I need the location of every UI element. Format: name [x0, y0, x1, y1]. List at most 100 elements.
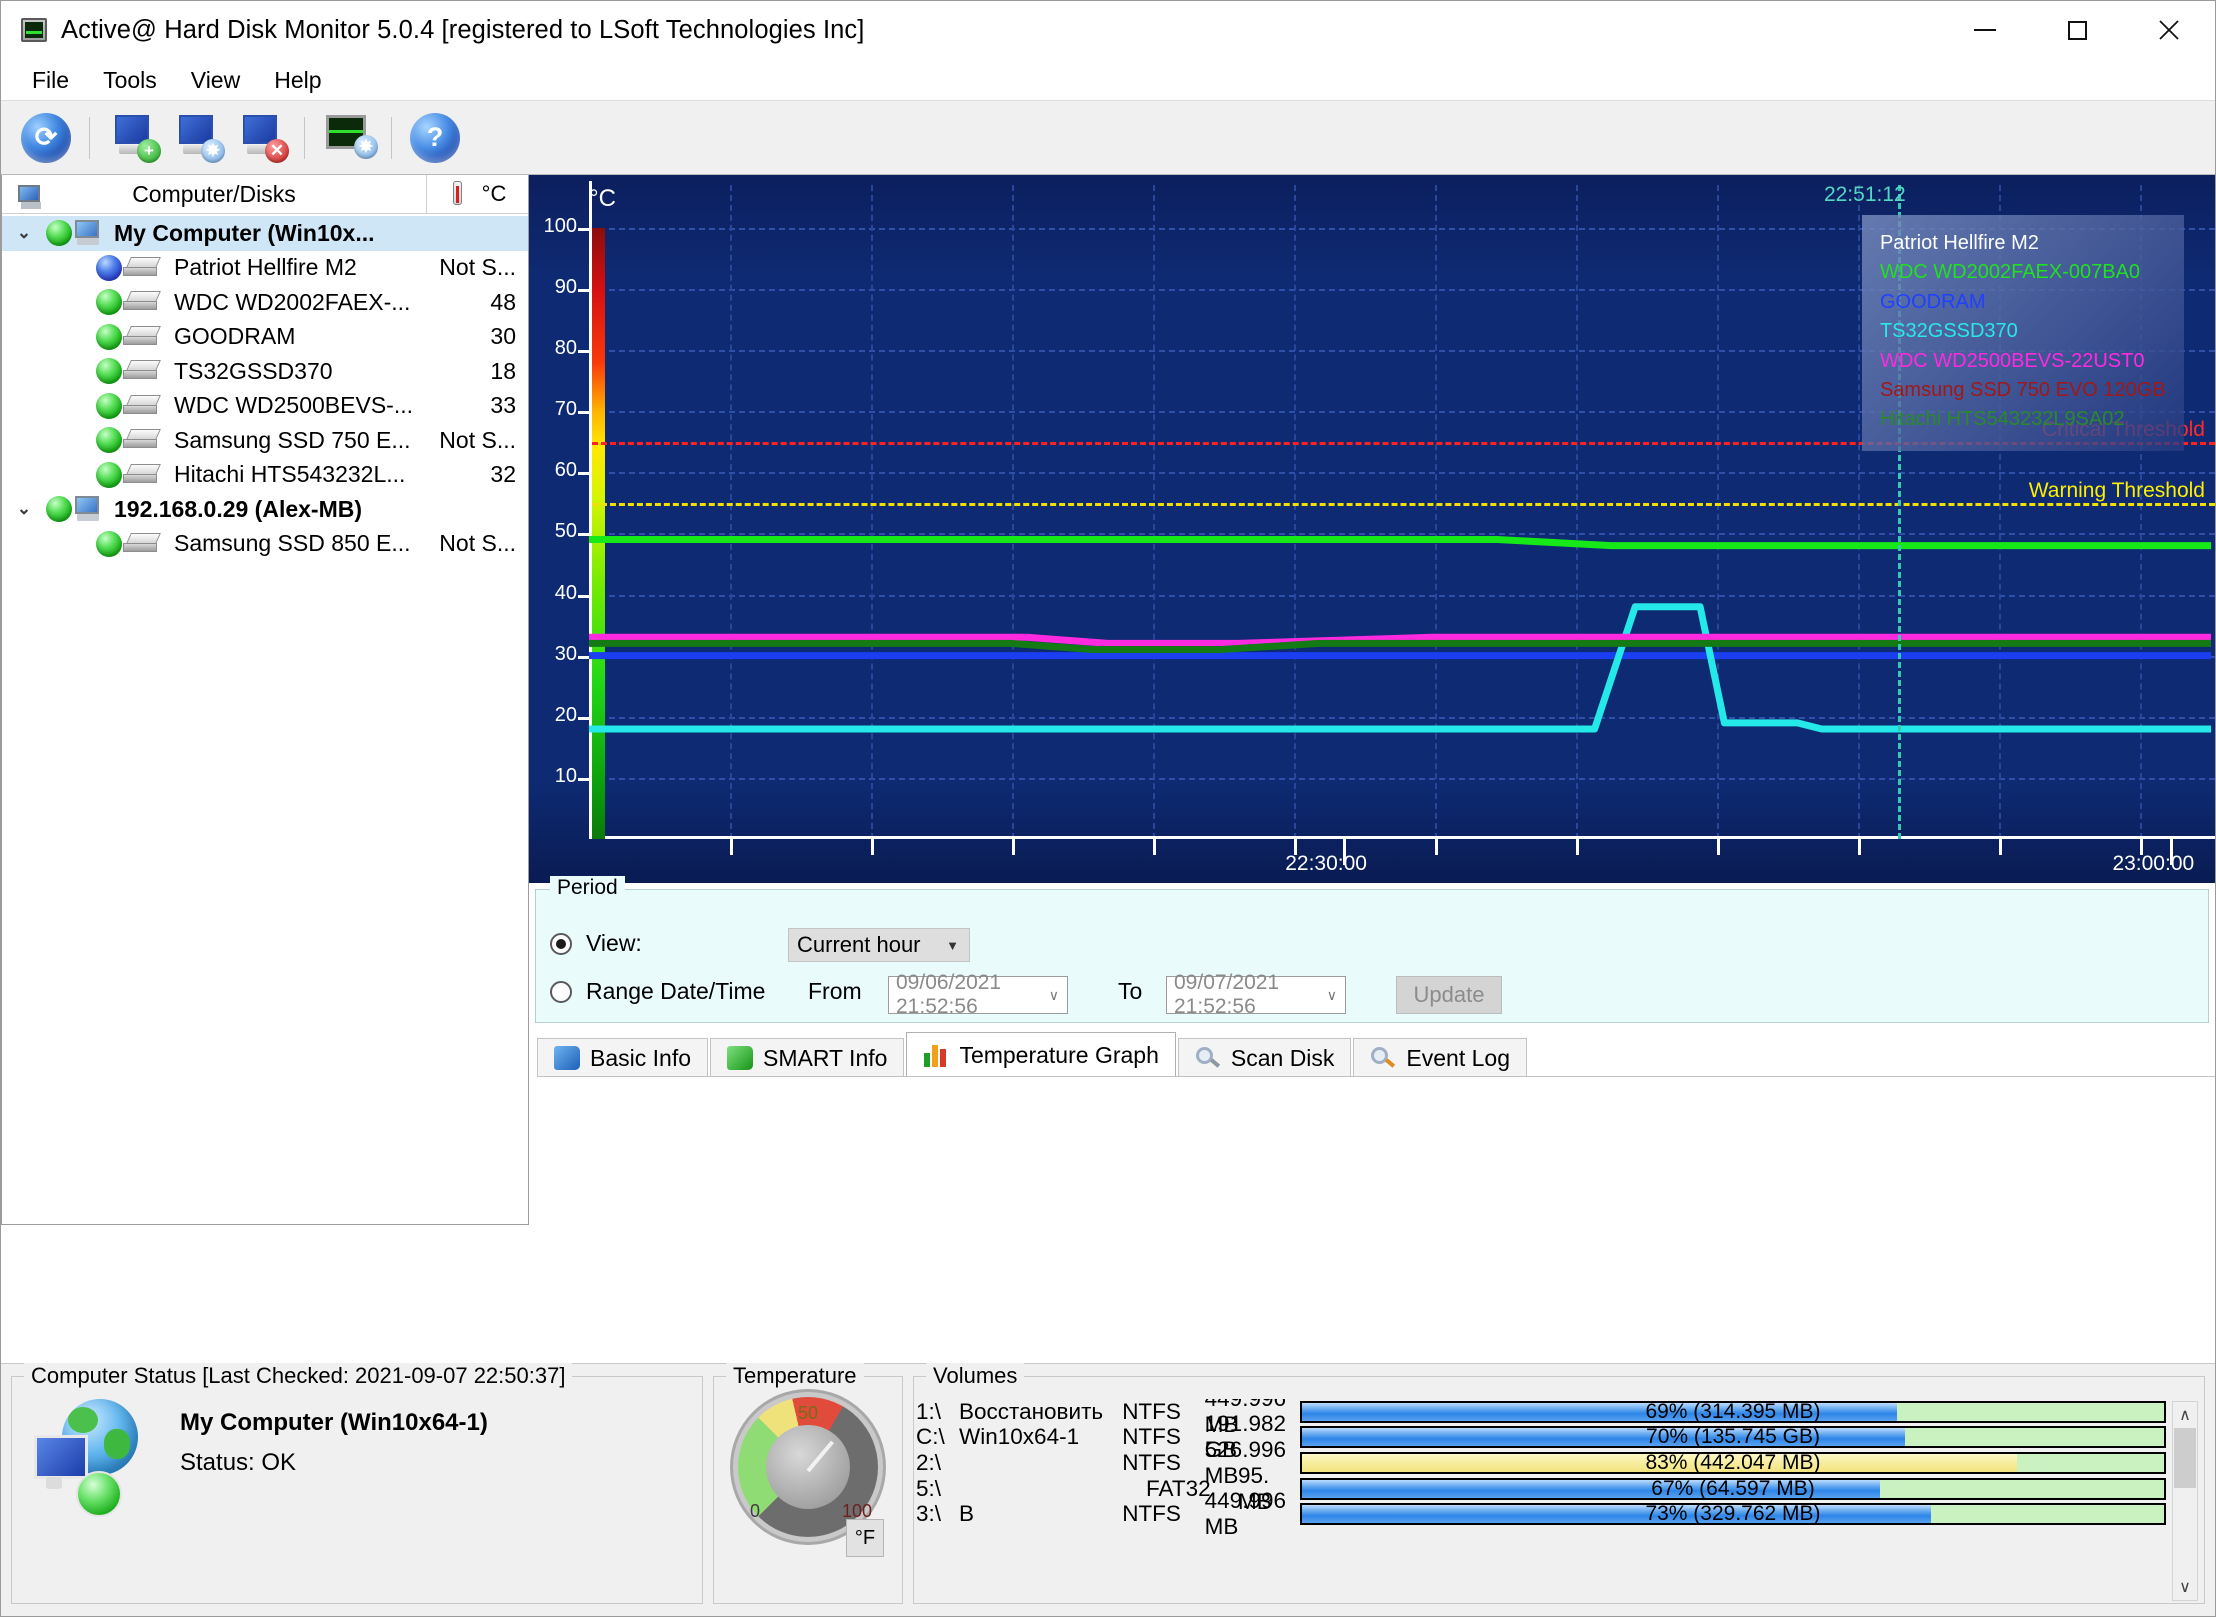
volume-drive: 5:\: [916, 1475, 942, 1501]
window-controls: [1939, 1, 2215, 59]
volumes-scrollbar[interactable]: ∧ ∨: [2172, 1401, 2198, 1601]
chevron-down-icon[interactable]: ⌄: [2, 223, 46, 243]
tab-temperature-graph[interactable]: Temperature Graph: [906, 1032, 1176, 1077]
refresh-button[interactable]: ⟳: [15, 107, 77, 169]
tree-header-name-col[interactable]: Computer/Disks: [2, 181, 426, 209]
tree-row[interactable]: WDC WD2500BEVS-... 33: [2, 389, 528, 424]
from-datetime-input[interactable]: 09/06/2021 21:52:56 ∨: [888, 971, 1068, 1018]
computer-disks-tree: Computer/Disks °C ⌄ My Computer (Win10x..…: [1, 175, 529, 1225]
app-logo-icon: [21, 18, 47, 42]
update-button[interactable]: Update: [1396, 976, 1502, 1014]
tree-row-label: WDC WD2002FAEX-...: [174, 288, 411, 315]
monitor-settings-button[interactable]: ✸: [317, 107, 379, 169]
volumes-table[interactable]: 1:\ Восстановить NTFS 449.996 MB C:\ Win10x64…: [916, 1399, 2202, 1603]
to-datetime-input[interactable]: 09/07/2021 21:52:56 ∨: [1166, 971, 1346, 1018]
volume-size: 449.996 MB: [1204, 1488, 1286, 1540]
volume-usage-bar: 83% (442.047 MB): [1300, 1450, 2166, 1476]
volume-row[interactable]: 3:\ B NTFS 449.996 MB: [916, 1488, 1286, 1539]
volume-filesystem: NTFS: [1122, 1501, 1181, 1527]
tree-row-temperature: 32: [490, 461, 516, 488]
computer-name: My Computer (Win10x64-1): [180, 1409, 488, 1436]
series-line: [589, 603, 2211, 733]
tree-header-temp-col[interactable]: °C: [426, 175, 528, 213]
scroll-down-icon[interactable]: ∨: [2173, 1574, 2197, 1600]
menu-item-view[interactable]: View: [174, 64, 257, 97]
bar-chart-icon: [923, 1043, 949, 1067]
temperature-legend: Temperature: [726, 1363, 864, 1389]
tree-row-label: Samsung SSD 850 E...: [174, 530, 411, 557]
status-led-icon: [96, 358, 122, 385]
status-led-icon: [46, 220, 72, 247]
tree-row[interactable]: WDC WD2002FAEX-... 48: [2, 285, 528, 320]
tree-row[interactable]: GOODRAM 30: [2, 320, 528, 355]
volume-row[interactable]: 2:\ NTFS 526.996 MB: [916, 1437, 1286, 1488]
computer-status-group: Computer Status [Last Checked: 2021-09-0…: [11, 1363, 703, 1604]
maximize-icon: [2067, 20, 2087, 40]
tree-row-label: Hitachi HTS543232L...: [174, 461, 406, 488]
temperature-unit-toggle[interactable]: °F: [846, 1519, 884, 1557]
tab-smart-info[interactable]: SMART Info: [710, 1038, 905, 1077]
menu-item-help[interactable]: Help: [257, 64, 338, 97]
disk-icon: [122, 359, 166, 383]
toolbar-separator: [304, 116, 305, 159]
minimize-button[interactable]: [1939, 1, 2031, 59]
tree-row-temperature: 18: [490, 357, 516, 384]
tree-row[interactable]: Patriot Hellfire M2 Not S...: [2, 251, 528, 286]
application-window: Active@ Hard Disk Monitor 5.0.4 [registe…: [0, 0, 2216, 1617]
range-radio[interactable]: [550, 980, 572, 1003]
x-tick-mark: [1435, 839, 1439, 855]
scroll-up-icon[interactable]: ∧: [2173, 1402, 2197, 1428]
monitor-remove-icon: ✕: [235, 114, 289, 163]
close-icon: [2159, 20, 2179, 40]
tree-row[interactable]: Samsung SSD 750 E... Not S...: [2, 423, 528, 458]
tree-row[interactable]: Samsung SSD 850 E... Not S...: [2, 527, 528, 562]
tab-event-log[interactable]: Event Log: [1353, 1038, 1528, 1077]
magnifier-log-icon: [1370, 1046, 1396, 1070]
add-computer-button[interactable]: +: [102, 107, 164, 169]
tree-row[interactable]: ⌄ My Computer (Win10x...: [2, 216, 528, 251]
legend-entry: TS32GSSD370: [1879, 320, 2018, 343]
tree-row-label: Patriot Hellfire M2: [174, 254, 357, 281]
volumes-group: Volumes 1:\ Восстановить NTFS 449.996 MB C:\…: [913, 1363, 2205, 1604]
chevron-down-icon[interactable]: ⌄: [2, 499, 46, 519]
volume-label: Win10x64-1: [959, 1424, 1080, 1450]
view-radio[interactable]: [550, 932, 572, 955]
menu-item-tools[interactable]: Tools: [86, 64, 174, 97]
range-radio-row[interactable]: Range Date/Time: [550, 978, 765, 1005]
tree-row-temperature: Not S...: [439, 426, 516, 453]
tab-baseline: [537, 1076, 2215, 1077]
disk-icon: [122, 290, 166, 314]
scrollbar-thumb[interactable]: [2174, 1428, 2196, 1488]
tab-scan-disk[interactable]: Scan Disk: [1177, 1038, 1352, 1077]
view-radio-row[interactable]: View:: [550, 930, 642, 957]
tree-row-temperature: Not S...: [439, 530, 516, 557]
status-led-icon: [96, 323, 122, 350]
menu-item-file[interactable]: File: [15, 64, 86, 97]
tree-row[interactable]: ⌄ 192.168.0.29 (Alex-MB): [2, 492, 528, 527]
volume-usage-bar: 67% (64.597 MB): [1300, 1476, 2166, 1502]
temperature-chart[interactable]: °C 102030405060708090100Critical Thresho…: [529, 175, 2215, 883]
volume-filesystem: NTFS: [1122, 1449, 1181, 1475]
range-label: Range Date/Time: [586, 978, 766, 1004]
x-tick-mark: [1576, 839, 1580, 855]
view-period-value: Current hour: [797, 932, 921, 957]
view-period-select[interactable]: Current hour ▼: [788, 928, 970, 962]
to-datetime-value: 09/07/2021 21:52:56: [1174, 971, 1280, 1018]
x-tick-mark: [730, 839, 734, 855]
tree-row[interactable]: TS32GSSD370 18: [2, 354, 528, 389]
temperature-group: Temperature 50 0 100 °F: [713, 1363, 903, 1604]
maximize-button[interactable]: [2031, 1, 2123, 59]
tree-row[interactable]: Hitachi HTS543232L... 32: [2, 458, 528, 493]
volume-drive: 3:\: [916, 1501, 942, 1527]
tab-temperature-graph-label: Temperature Graph: [959, 1041, 1159, 1068]
legend-entry: Hitachi HTS543232L9SA02: [1879, 408, 2125, 431]
help-button[interactable]: ?: [404, 107, 466, 169]
volume-usage-bar: 70% (135.745 GB): [1300, 1425, 2166, 1451]
volume-usage-text: 73% (329.762 MB): [1645, 1502, 1821, 1526]
bottom-panel: Computer Status [Last Checked: 2021-09-0…: [1, 1363, 2215, 1616]
remove-computer-button[interactable]: ✕: [230, 107, 292, 169]
tree-header-temp-label: °C: [481, 181, 507, 206]
close-button[interactable]: [2123, 1, 2215, 59]
tab-basic-info[interactable]: Basic Info: [537, 1038, 708, 1077]
computer-settings-button[interactable]: ✸: [166, 107, 228, 169]
